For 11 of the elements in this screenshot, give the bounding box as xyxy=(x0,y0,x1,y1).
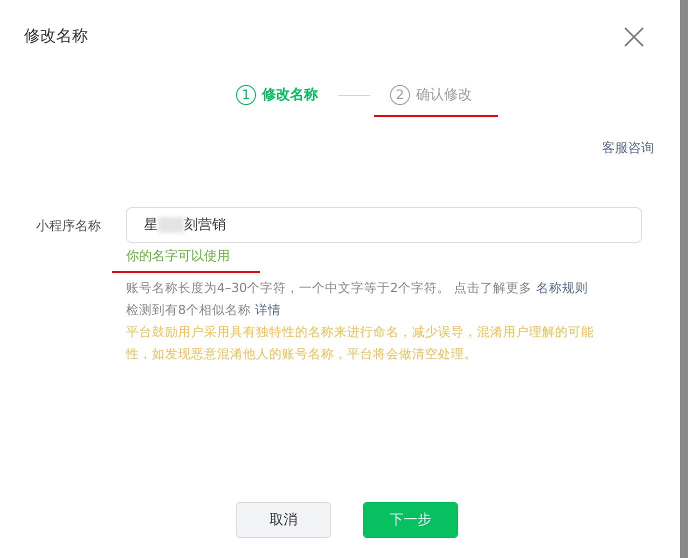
field-label: 小程序名称 xyxy=(35,218,101,236)
dialog-title: 修改名称 xyxy=(24,26,88,47)
rule-description: 账号名称长度为4–30个字符，一个中文字等于2个字符。 点击了解更多 名称规则 检测到有8个相似名称 详情 xyxy=(126,279,590,319)
rules-link[interactable]: 名称规则 xyxy=(536,280,588,295)
warning-text: 平台鼓励用户采用具有独特性的名称来进行命名，减少误导，混淆用户理解的可能性，如发现恶意混淆他人的账号名称，平台将会做清空处理。 xyxy=(126,323,595,363)
close-icon[interactable] xyxy=(624,26,644,46)
name-input-field[interactable]: 星 刻营销 xyxy=(126,207,642,243)
support-link[interactable]: 客服咨询 xyxy=(602,139,654,157)
cancel-button[interactable]: 取消 xyxy=(236,502,331,538)
status-message: 你的名字可以使用 xyxy=(126,247,230,271)
details-link[interactable]: 详情 xyxy=(254,302,281,317)
